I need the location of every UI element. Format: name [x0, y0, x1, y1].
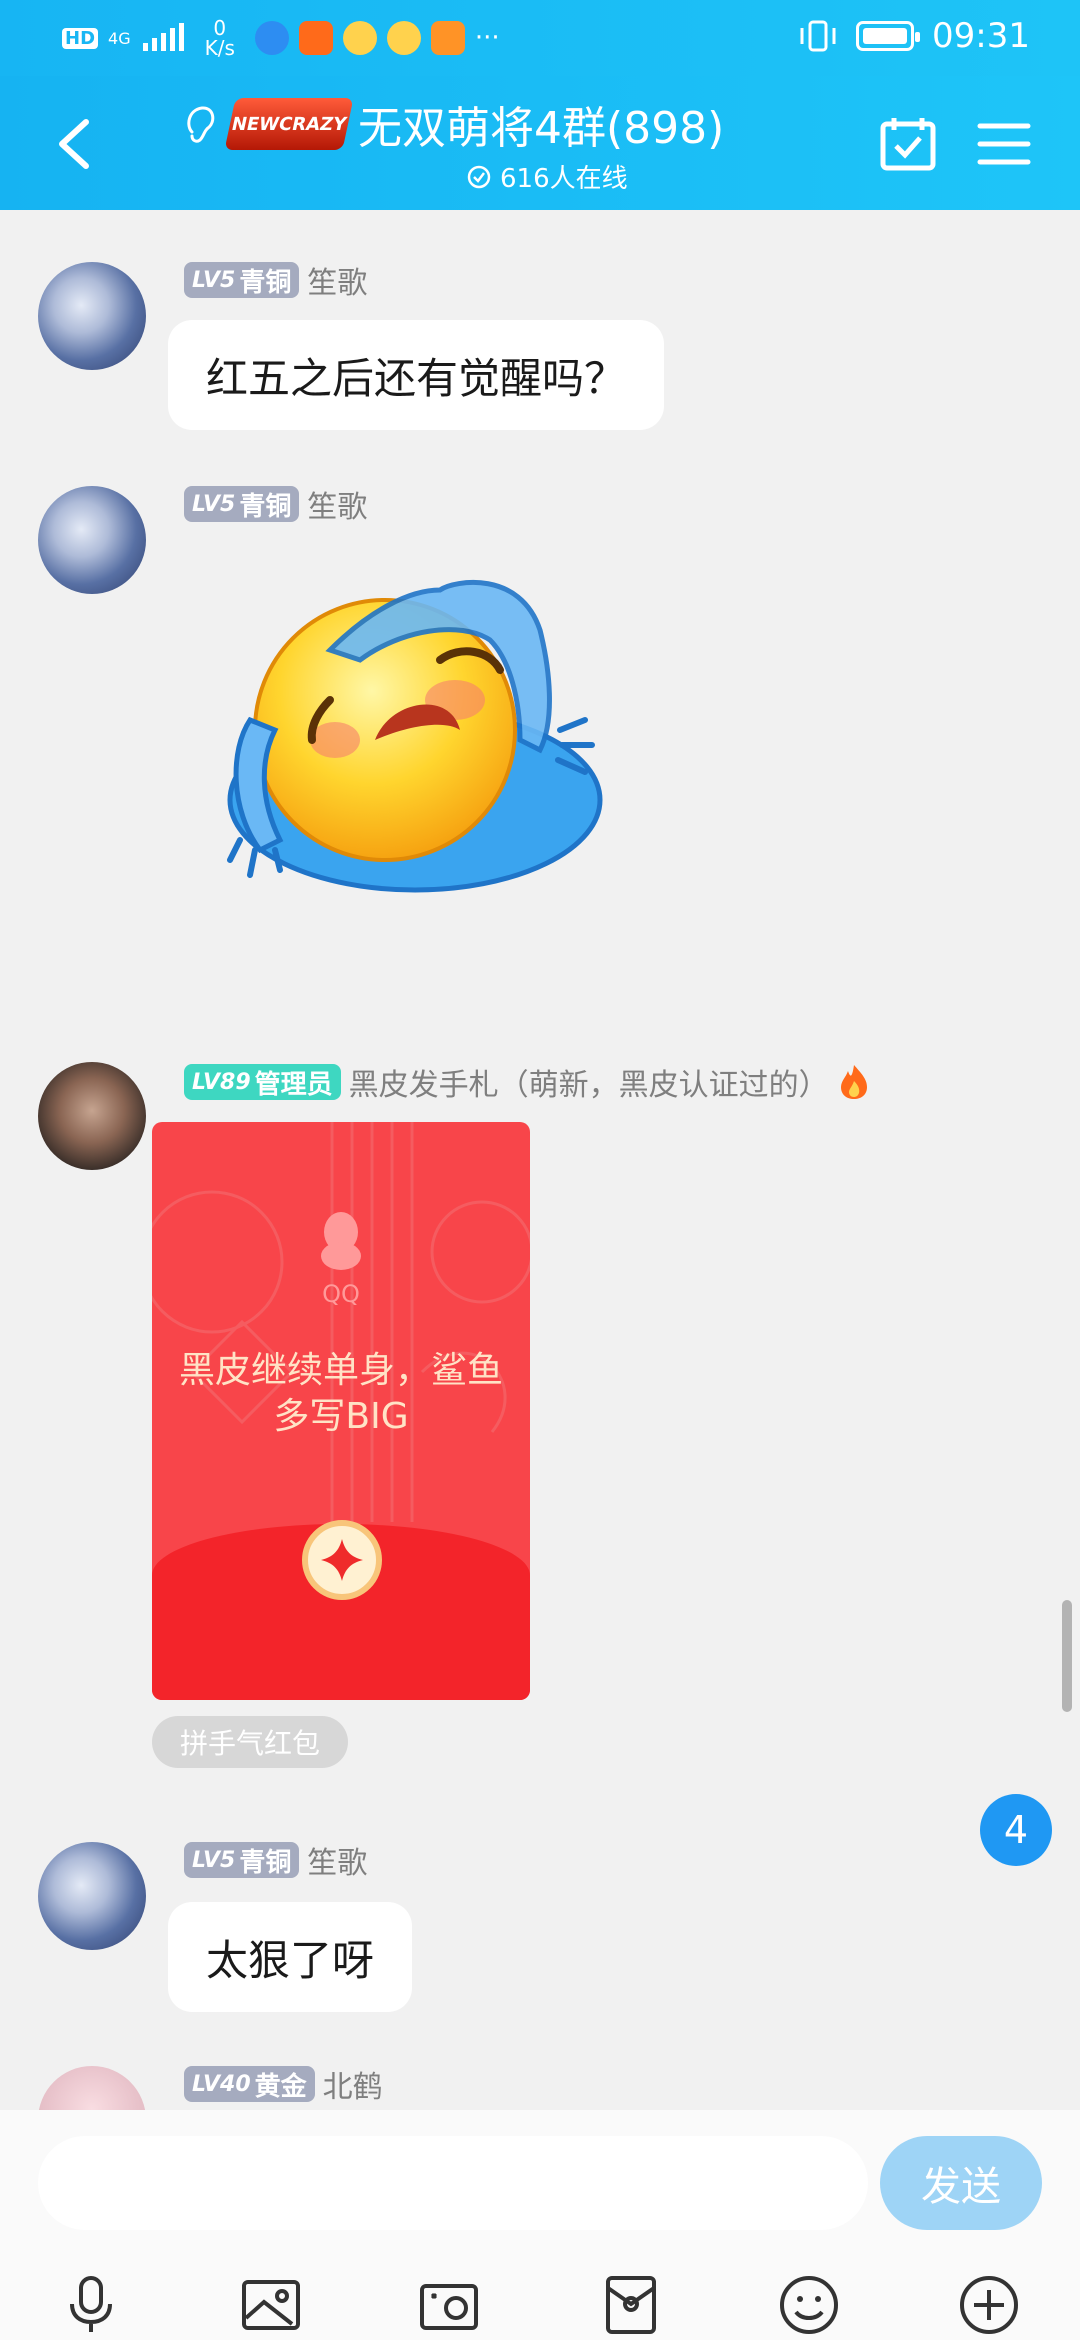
send-button[interactable]: 发送 [880, 2136, 1042, 2230]
qq-brand: QQ [322, 1280, 360, 1308]
browser-notification-icon [254, 21, 289, 55]
badge-level: LV40 [192, 2071, 251, 2097]
net-speed: 0 K/s [205, 18, 235, 58]
level-badge: LV5 青铜 [184, 1842, 300, 1878]
sender-name[interactable]: 黑皮发手札（萌新，黑皮认证过的） [349, 1060, 829, 1104]
net-speed-value: 0 [213, 16, 227, 40]
message-text: 太狠了呀 [206, 1935, 375, 1985]
sender-row: LV5 青铜 笙歌 [184, 482, 367, 526]
badge-title: 管理员 [254, 1069, 333, 1100]
sender-row: LV89 管理员 黑皮发手札（萌新，黑皮认证过的） [184, 1060, 871, 1104]
video-notification-icon [430, 21, 465, 55]
badge-title: 黄金 [254, 2071, 307, 2102]
message-bubble[interactable]: 红五之后还有觉醒吗？ [168, 320, 665, 430]
unread-count-badge[interactable]: 4 [980, 1794, 1052, 1866]
menu-icon[interactable] [974, 114, 1034, 174]
red-packet-type-label: 拼手气红包 [152, 1716, 349, 1768]
net-speed-unit: K/s [204, 36, 235, 60]
online-check-icon [467, 165, 491, 188]
red-packet-wish: 黑皮继续单身，鲨鱼多写BIG [178, 1350, 503, 1437]
weibo-notification-icon-2 [386, 21, 421, 55]
mic-icon[interactable] [60, 2274, 122, 2336]
sender-name[interactable]: 笙歌 [307, 482, 367, 526]
scrollbar[interactable] [1062, 1600, 1072, 1712]
game-logo: NEWCRAZY [224, 98, 354, 150]
game-logo-text: NEWCRAZY [229, 113, 349, 135]
network-type: 4G [108, 28, 131, 48]
more-notifications: ··· [474, 23, 500, 53]
avatar[interactable] [38, 486, 146, 594]
image-icon[interactable] [240, 2274, 302, 2336]
weibo-notification-icon [342, 21, 377, 55]
badge-level: LV5 [192, 491, 236, 517]
back-icon[interactable] [52, 116, 96, 172]
badge-title: 青铜 [239, 267, 292, 298]
avatar[interactable] [38, 1842, 146, 1950]
badge-title: 青铜 [239, 491, 292, 522]
message-text: 红五之后还有觉醒吗？ [206, 353, 627, 403]
red-packet-coin-icon [302, 1520, 382, 1600]
crying-emoji-sticker[interactable] [200, 550, 620, 900]
admin-badge: LV89 管理员 [184, 1064, 341, 1100]
online-count: 616人在线 [500, 164, 628, 194]
message-bubble[interactable]: 太狠了呀 [168, 1902, 413, 2012]
emoji-icon[interactable] [778, 2274, 840, 2336]
sender-name[interactable]: 笙歌 [307, 258, 367, 302]
hd-indicator: HD [62, 27, 99, 49]
level-badge: LV40 黄金 [184, 2066, 315, 2102]
level-badge: LV5 青铜 [184, 262, 300, 298]
calendar-check-icon[interactable] [878, 114, 938, 174]
taobao-notification-icon [298, 21, 333, 55]
chat-header: NEWCRAZY 无双萌将4群(898) 616人在线 [0, 76, 1080, 210]
badge-level: LV5 [192, 1847, 236, 1873]
avatar[interactable] [38, 1062, 146, 1170]
badge-level: LV89 [192, 1069, 251, 1095]
ear-icon [187, 106, 215, 143]
qq-penguin-icon [321, 1212, 361, 1270]
group-title: 无双萌将4群(898) [358, 103, 725, 154]
signal-icon [142, 23, 184, 51]
red-packet-icon[interactable] [600, 2274, 662, 2336]
level-badge: LV5 青铜 [184, 486, 300, 522]
plus-icon[interactable] [958, 2274, 1020, 2336]
badge-level: LV5 [192, 267, 236, 293]
sender-name[interactable]: 笙歌 [307, 1838, 367, 1882]
camera-icon[interactable] [418, 2274, 480, 2336]
flame-icon [840, 1065, 867, 1099]
status-bar: HD 4G 0 K/s ··· 09:31 [0, 0, 1080, 76]
sender-row: LV5 青铜 笙歌 [184, 1838, 367, 1882]
sender-row: LV5 青铜 笙歌 [184, 258, 367, 302]
red-packet-card[interactable]: QQ 黑皮继续单身，鲨鱼多写BIG [152, 1122, 530, 1700]
battery-icon [856, 21, 921, 51]
vibrate-icon [800, 20, 836, 52]
sender-name[interactable]: 北鹤 [323, 2062, 383, 2106]
input-bar: 发送 [0, 2110, 1080, 2340]
sender-row: LV40 黄金 北鹤 [184, 2062, 383, 2106]
clock: 09:31 [932, 16, 1030, 56]
message-input[interactable] [38, 2136, 868, 2230]
chat-messages[interactable]: LV5 青铜 笙歌 红五之后还有觉醒吗？ LV5 青铜 笙歌 LV89 管理员 黑皮发… [0, 210, 1080, 2174]
badge-title: 青铜 [239, 1847, 292, 1878]
avatar[interactable] [38, 262, 146, 370]
group-title-area[interactable]: NEWCRAZY 无双萌将4群(898) 616人在线 [180, 96, 740, 196]
